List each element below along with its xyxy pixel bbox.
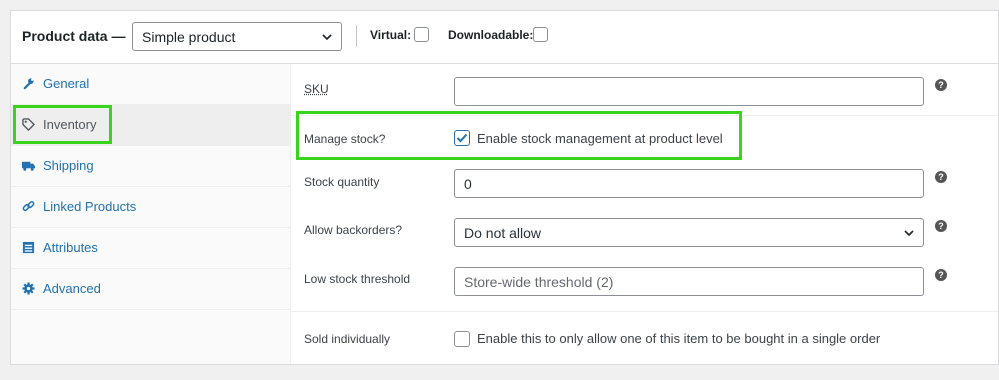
stock-quantity-input[interactable]: 0	[454, 169, 924, 198]
virtual-label: Virtual:	[370, 28, 412, 42]
list-icon	[22, 241, 35, 254]
product-type-value: Simple product	[142, 29, 236, 45]
product-data-header: Product data — Simple product Virtual: D…	[11, 11, 998, 64]
product-data-panel: Product data — Simple product Virtual: D…	[10, 10, 999, 365]
tab-linked-products-label: Linked Products	[43, 199, 137, 214]
manage-stock-highlight-box	[296, 111, 742, 160]
section-divider	[291, 311, 998, 312]
tab-attributes[interactable]: Attributes	[11, 228, 290, 269]
stock-quantity-help-icon[interactable]: ?	[935, 171, 947, 183]
downloadable-label: Downloadable:	[448, 28, 534, 42]
virtual-checkbox[interactable]	[414, 27, 429, 42]
low-stock-input[interactable]: Store-wide threshold (2)	[454, 267, 924, 296]
sold-individually-label: Sold individually	[304, 332, 391, 346]
chevron-down-icon	[322, 34, 332, 41]
sku-label: SKU	[304, 82, 329, 96]
inventory-highlight-box	[13, 105, 112, 144]
downloadable-checkbox[interactable]	[533, 27, 548, 42]
truck-icon	[22, 161, 35, 171]
tab-linked-products[interactable]: Linked Products	[11, 187, 290, 228]
tab-general-label: General	[43, 76, 90, 91]
gear-icon	[22, 282, 35, 295]
tab-shipping-label: Shipping	[43, 158, 94, 173]
backorders-help-icon[interactable]: ?	[935, 220, 947, 232]
stock-quantity-label: Stock quantity	[304, 175, 380, 189]
backorders-label: Allow backorders?	[304, 223, 403, 237]
low-stock-help-icon[interactable]: ?	[935, 269, 947, 281]
link-icon	[22, 201, 35, 212]
tab-shipping[interactable]: Shipping	[11, 146, 290, 187]
sold-individually-checkbox[interactable]	[454, 331, 470, 347]
header-separator	[356, 25, 357, 47]
product-data-title: Product data —	[22, 28, 126, 44]
sold-individually-text: Enable this to only allow one of this it…	[477, 331, 881, 346]
wrench-icon	[23, 78, 34, 90]
low-stock-label: Low stock threshold	[304, 272, 411, 286]
product-type-select[interactable]: Simple product	[132, 22, 342, 51]
backorders-value: Do not allow	[464, 225, 542, 241]
sku-help-icon[interactable]: ?	[935, 79, 947, 91]
tab-advanced[interactable]: Advanced	[11, 269, 290, 310]
sku-input[interactable]	[454, 77, 924, 106]
tab-general[interactable]: General	[11, 64, 290, 105]
chevron-down-icon	[904, 230, 914, 237]
backorders-select[interactable]: Do not allow	[454, 218, 924, 247]
tab-attributes-label: Attributes	[43, 240, 98, 255]
tab-advanced-label: Advanced	[43, 281, 101, 296]
